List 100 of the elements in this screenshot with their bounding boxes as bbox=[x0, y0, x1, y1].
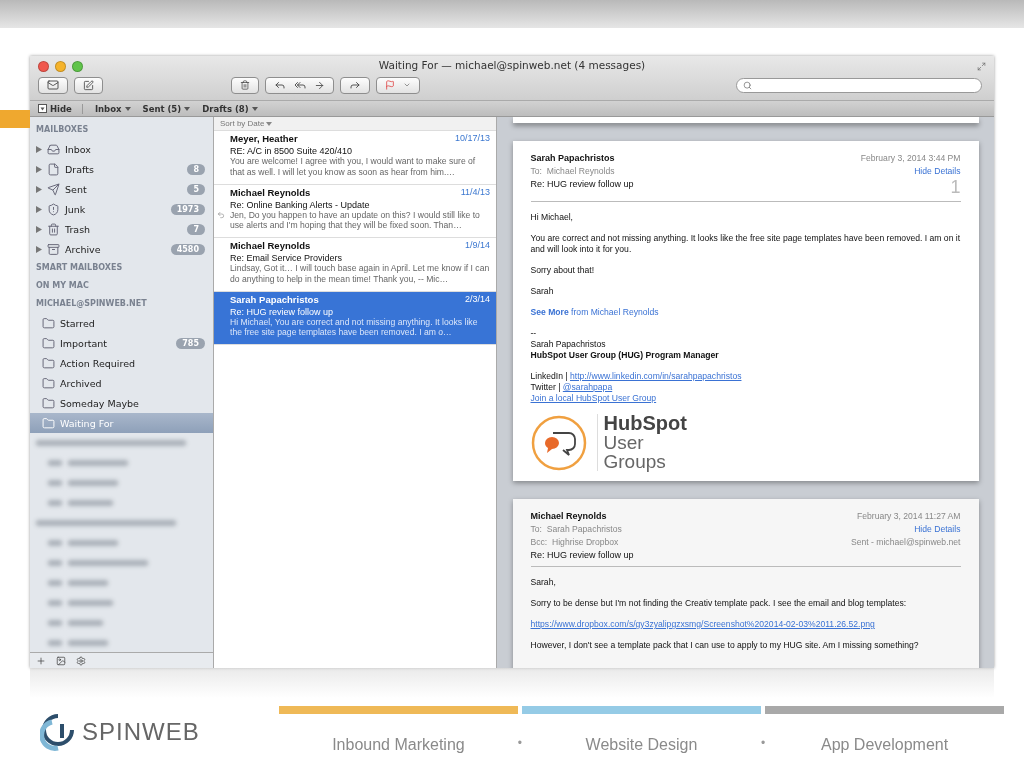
disclosure-icon[interactable] bbox=[36, 225, 42, 233]
favorites-menu[interactable]: Sent (5) bbox=[142, 103, 191, 114]
signature-line: Sarah Papachristos bbox=[530, 339, 607, 350]
signature-line: HubSpot User Group (HUG) Program Manager bbox=[530, 350, 720, 361]
email-paragraph: However, I don't see a template pack that I can use to apply to my HUG site. Am I missing something? bbox=[530, 640, 920, 651]
email-date: February 3, 2014 3:44 PM bbox=[860, 153, 961, 163]
disclosure-icon[interactable] bbox=[36, 185, 42, 193]
mailbox-item[interactable]: Starred bbox=[30, 313, 213, 333]
folder-icon bbox=[42, 416, 55, 430]
mailbox-item[interactable]: Trash 7 bbox=[30, 219, 213, 239]
mailbox-label: Junk bbox=[65, 203, 86, 215]
message-subject: Re: Email Service Providers bbox=[230, 253, 344, 263]
link-label: Twitter | bbox=[530, 382, 562, 392]
delete-button[interactable] bbox=[231, 76, 259, 94]
favorites-menu[interactable]: Drafts (8) bbox=[202, 103, 258, 114]
minimize-button[interactable] bbox=[55, 60, 66, 72]
caret-icon bbox=[251, 106, 258, 111]
folder-icon bbox=[42, 396, 55, 410]
zoom-button[interactable] bbox=[72, 60, 83, 72]
logo-text: Groups bbox=[603, 452, 667, 471]
section-header: MAILBOXES bbox=[35, 124, 90, 136]
message-subject: Re: HUG review follow up bbox=[230, 306, 335, 317]
get-mail-button[interactable] bbox=[38, 76, 68, 94]
disclosure-icon[interactable] bbox=[36, 245, 42, 253]
mailbox-label: Archive bbox=[65, 243, 101, 255]
mailbox-item[interactable]: Important 785 bbox=[30, 333, 213, 353]
email-paragraph: Sorry to be dense but I'm not finding the Creativ template pack. I see the email and blog templates: bbox=[530, 598, 908, 609]
url-link[interactable]: https://www.dropbox.com/s/gy3zyalipgzxsmg/Screenshot%202014-02-03%2011.26.52.png bbox=[530, 619, 875, 629]
email-header: To: Sarah Papachristos bbox=[530, 524, 622, 534]
hide-details-link[interactable]: Hide Details bbox=[914, 524, 961, 534]
reply-all-icon[interactable] bbox=[294, 79, 306, 91]
redirect-button[interactable] bbox=[340, 76, 370, 94]
section-header: MICHAEL@SPINWEB.NET bbox=[35, 298, 148, 310]
email-header: To: Michael Reynolds bbox=[530, 166, 615, 176]
message-row[interactable]: Michael Reynolds 1/9/14 Re: Email Service Providers Lindsay, Got it… I will touch base again in April. Let me know if I can do anything to help in the mean time! Thank you, -- Mic… bbox=[214, 238, 496, 292]
folder-icon bbox=[42, 336, 55, 350]
envelope-icon bbox=[47, 79, 59, 91]
message-preview: You are welcome! I agree with you, I would want to make sure of that as well. I will let you know as soon as hear from him.… bbox=[230, 156, 477, 177]
mailbox-label: Someday Maybe bbox=[60, 397, 139, 409]
mailbox-item[interactable]: Action Required bbox=[30, 353, 213, 373]
close-button[interactable] bbox=[38, 60, 49, 72]
blurred-row bbox=[48, 598, 113, 608]
mailbox-item[interactable]: Archived bbox=[30, 373, 213, 393]
message-row[interactable]: Sarah Papachristos 2/3/14 Re: HUG review follow up Hi Michael, You are correct and not missing anything. It looks like the free site page templates have been removed. I am o… bbox=[214, 291, 496, 345]
hide-button[interactable]: Hide bbox=[38, 103, 83, 114]
flag-button[interactable] bbox=[376, 76, 420, 94]
fullscreen-icon[interactable] bbox=[977, 62, 986, 71]
email-subject: Re: HUG review follow up bbox=[530, 179, 634, 189]
mailbox-item[interactable]: Junk 1973 bbox=[30, 199, 213, 219]
mailbox-label: Action Required bbox=[60, 357, 136, 369]
signature-link[interactable]: Join a local HubSpot User Group bbox=[530, 393, 657, 403]
service-label: Inbound Marketing bbox=[332, 736, 465, 754]
email-header: Bcc: Highrise Dropbox bbox=[530, 537, 619, 547]
signature-link[interactable]: @sarahpapa bbox=[562, 382, 613, 392]
mailbox-item[interactable]: Inbox bbox=[30, 139, 213, 159]
hide-details-link[interactable]: Hide Details bbox=[914, 166, 961, 176]
disclosure-icon[interactable] bbox=[36, 165, 42, 173]
signature-link[interactable]: http://www.linkedin.com/in/sarahpapachristos bbox=[570, 371, 742, 381]
window-title: Waiting For — michael@spinweb.net (4 messages) bbox=[378, 59, 646, 71]
mailbox-item[interactable]: Someday Maybe bbox=[30, 393, 213, 413]
mailbox-item[interactable]: Archive 4580 bbox=[30, 239, 213, 259]
disclosure-icon[interactable] bbox=[36, 145, 42, 153]
separator-dot: • bbox=[517, 736, 523, 750]
favorites-menu[interactable]: Inbox bbox=[94, 103, 131, 114]
blurred-row bbox=[48, 538, 118, 548]
logo-text: HubSpot bbox=[603, 414, 687, 433]
message-date: 1/9/14 bbox=[464, 240, 490, 251]
folder-icon bbox=[42, 356, 55, 370]
flag-icon bbox=[385, 80, 395, 90]
email-account: Sent - michael@spinweb.net bbox=[850, 537, 961, 547]
mailbox-label: Inbox bbox=[65, 143, 91, 155]
email-date: February 3, 2014 11:27 AM bbox=[857, 511, 961, 521]
reply-forward-button-group[interactable] bbox=[265, 76, 334, 94]
count-badge: 1973 bbox=[170, 203, 205, 215]
folder-icon bbox=[42, 316, 55, 330]
signature-line: -- bbox=[530, 328, 538, 339]
message-row[interactable]: Meyer, Heather 10/17/13 RE: A/C in 8500 Suite 420/410 You are welcome! I agree with you, I would want to make sure of that as well. I will let you know as soon as hear from him.… bbox=[214, 131, 496, 185]
message-number: 1 bbox=[950, 179, 961, 195]
count-badge: 785 bbox=[176, 337, 205, 349]
mailbox-item[interactable]: Sent 5 bbox=[30, 179, 213, 199]
count-badge: 5 bbox=[187, 183, 205, 195]
search-field[interactable] bbox=[736, 77, 982, 93]
section-header: SMART MAILBOXES bbox=[35, 262, 124, 274]
brand-name: SPINWEB bbox=[82, 718, 200, 746]
add-icon[interactable] bbox=[36, 655, 46, 666]
disclosure-icon[interactable] bbox=[36, 205, 42, 213]
see-more-link[interactable]: See More from Michael Reynolds bbox=[530, 307, 659, 317]
message-sender: Michael Reynolds bbox=[230, 240, 311, 251]
message-preview: Jen, Do you happen to have an update on this? I would still like to use alerts and I'm hoping that they will be fixed soon. Than… bbox=[230, 209, 481, 231]
hide-icon bbox=[38, 104, 47, 113]
forward-icon[interactable] bbox=[314, 79, 325, 91]
email-paragraph: Sarah bbox=[530, 286, 555, 297]
settings-icon[interactable] bbox=[76, 655, 86, 666]
image-icon[interactable] bbox=[56, 655, 66, 666]
mailbox-item[interactable]: Drafts 8 bbox=[30, 159, 213, 179]
sort-menu[interactable]: Sort by Date bbox=[214, 117, 496, 131]
reply-icon[interactable] bbox=[274, 79, 286, 91]
compose-button[interactable] bbox=[74, 76, 103, 94]
email-paragraph: Sorry about that! bbox=[530, 265, 596, 276]
compose-icon bbox=[83, 79, 94, 91]
